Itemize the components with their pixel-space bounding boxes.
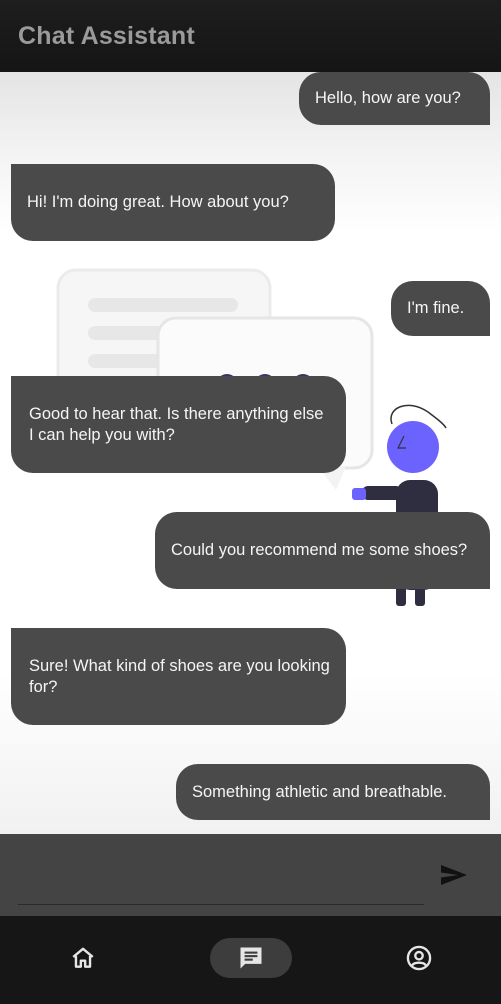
message-bubble-bot: Good to hear that. Is there anything els…: [11, 376, 346, 473]
app-title: Chat Assistant: [18, 22, 195, 50]
nav-chat[interactable]: [210, 938, 292, 978]
message-text: Sure! What kind of shoes are you looking…: [29, 656, 330, 696]
message-text: Good to hear that. Is there anything els…: [29, 404, 324, 444]
message-bubble-bot: Hi! I'm doing great. How about you?: [11, 164, 335, 241]
chat-area[interactable]: Hello, how are you? Hi! I'm doing great.…: [0, 72, 501, 834]
bottom-navigation: [0, 916, 501, 1004]
message-bubble-user: Something athletic and breathable.: [176, 764, 490, 820]
chat-icon: [240, 947, 262, 969]
message-input[interactable]: [18, 850, 428, 902]
input-underline: [18, 904, 424, 905]
message-text: I'm fine.: [407, 299, 465, 317]
nav-home[interactable]: [42, 938, 124, 978]
account-icon: [406, 945, 432, 971]
app-bar: Chat Assistant: [0, 0, 501, 72]
message-text: Hi! I'm doing great. How about you?: [27, 193, 289, 211]
home-icon: [72, 947, 94, 968]
message-bubble-user: Could you recommend me some shoes?: [155, 512, 490, 589]
message-bubble-bot: Sure! What kind of shoes are you looking…: [11, 628, 346, 725]
message-bubble-user: Hello, how are you?: [299, 72, 490, 125]
send-button[interactable]: [436, 860, 472, 890]
message-input-bar: [0, 834, 501, 916]
nav-account[interactable]: [378, 938, 460, 978]
message-text: Could you recommend me some shoes?: [171, 541, 468, 559]
send-icon: [441, 865, 467, 885]
message-text: Something athletic and breathable.: [192, 782, 448, 801]
message-text: Hello, how are you?: [315, 89, 461, 107]
message-bubble-user: I'm fine.: [391, 281, 490, 336]
